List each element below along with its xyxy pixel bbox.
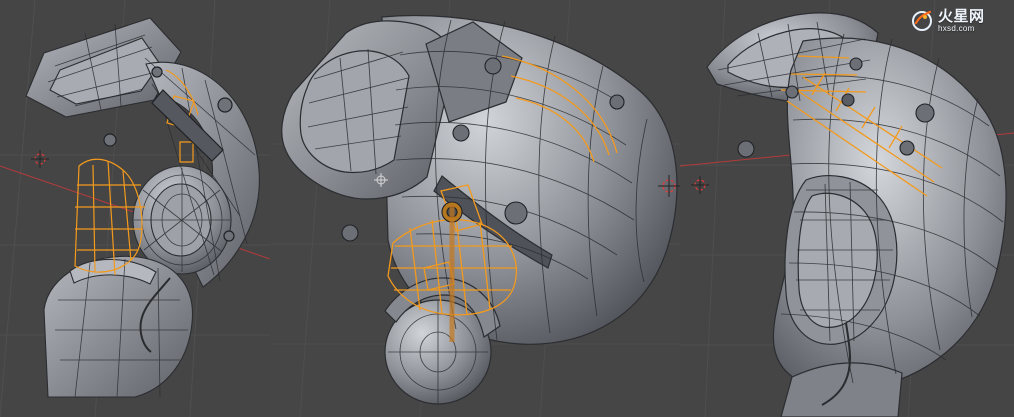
right-3d-viewport[interactable]: 火星网 hxsd.com — [680, 0, 1014, 417]
center-helmet-view — [270, 0, 680, 417]
site-watermark: 火星网 hxsd.com — [910, 7, 1002, 35]
center-3d-viewport[interactable] — [270, 0, 681, 417]
hxsd-logo-icon — [912, 10, 932, 31]
watermark-title: 火星网 — [938, 7, 985, 25]
left-3d-viewport[interactable] — [0, 0, 271, 417]
right-helmet-view — [680, 0, 1014, 417]
watermark-subtitle: hxsd.com — [938, 24, 975, 33]
watermark-text: 火星网 hxsd.com — [938, 9, 985, 33]
viewport-stage: 火星网 hxsd.com — [0, 0, 1014, 417]
left-helmet-view — [0, 0, 270, 417]
